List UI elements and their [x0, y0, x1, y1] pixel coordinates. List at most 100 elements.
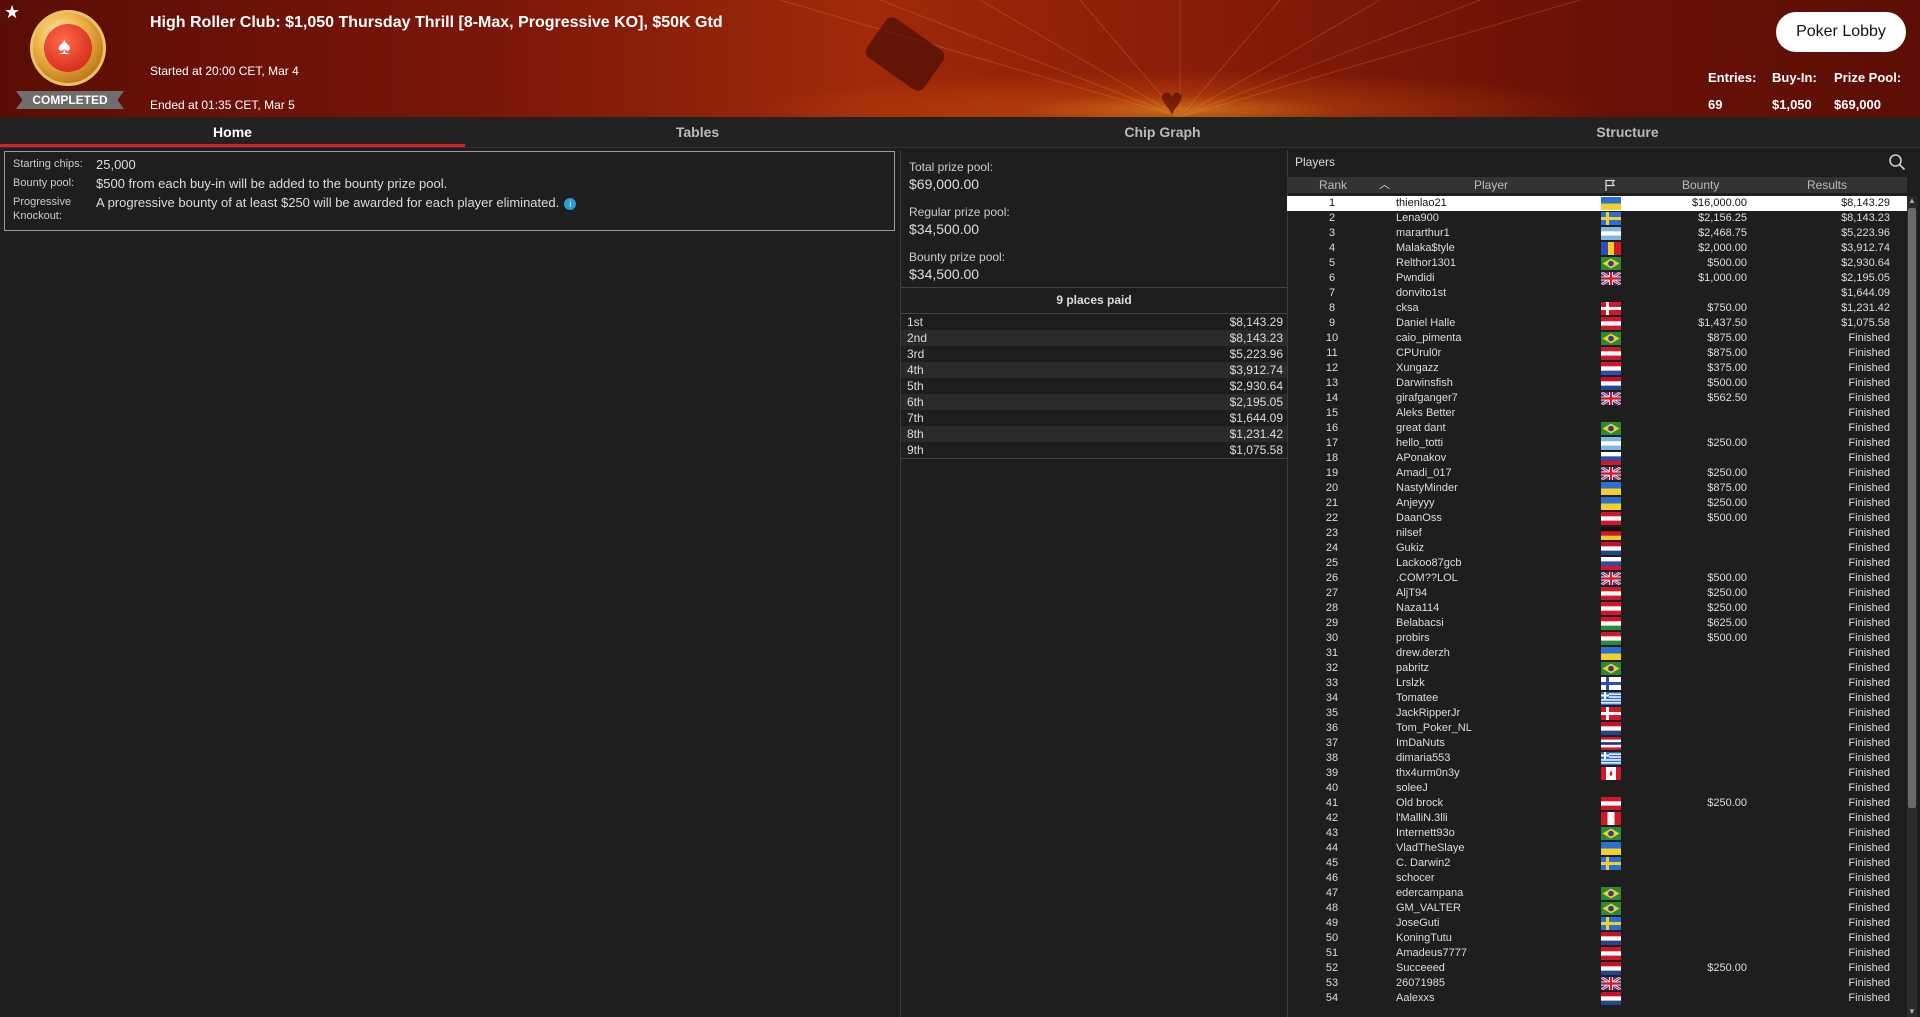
scroll-down-icon[interactable]: ▼ — [1907, 1007, 1917, 1017]
player-row[interactable]: 1 thienlao21 $16,000.00 $8,143.29 — [1287, 196, 1907, 211]
poker-lobby-button[interactable]: Poker Lobby — [1776, 12, 1906, 52]
player-row[interactable]: 46 schocer Finished — [1287, 871, 1907, 886]
sort-ascending-icon[interactable]: ︿ — [1379, 177, 1390, 193]
player-row[interactable]: 37 ImDaNuts Finished — [1287, 736, 1907, 751]
player-rank: 37 — [1325, 737, 1339, 749]
player-row[interactable]: 40 soleeJ Finished — [1287, 781, 1907, 796]
player-row[interactable]: 44 VladTheSlaye Finished — [1287, 841, 1907, 856]
player-row[interactable]: 9 Daniel Halle $1,437.50 $1,075.58 — [1287, 316, 1907, 331]
payout-place: 9th — [907, 443, 924, 457]
country-flag-icon — [1601, 452, 1621, 466]
player-row[interactable]: 4 Malaka$tyle $2,000.00 $3,912.74 — [1287, 241, 1907, 256]
country-flag-icon — [1601, 257, 1621, 270]
player-row[interactable]: 34 Tomatee Finished — [1287, 691, 1907, 706]
player-row[interactable]: 22 DaanOss $500.00 Finished — [1287, 511, 1907, 526]
player-row[interactable]: 16 great dant Finished — [1287, 421, 1907, 436]
payout-amount: $2,195.05 — [1229, 395, 1283, 409]
player-row[interactable]: 17 hello_totti $250.00 Finished — [1287, 436, 1907, 451]
player-row[interactable]: 38 dimaria553 Finished — [1287, 751, 1907, 766]
tab-tables[interactable]: Tables — [465, 117, 930, 147]
player-bounty: $500.00 — [1707, 632, 1747, 644]
player-row[interactable]: 27 AljT94 $250.00 Finished — [1287, 586, 1907, 601]
player-row[interactable]: 8 cksa $750.00 $1,231.42 — [1287, 301, 1907, 316]
col-bounty[interactable]: Bounty — [1682, 177, 1719, 193]
player-row[interactable]: 28 Naza114 $250.00 Finished — [1287, 601, 1907, 616]
player-bounty: $250.00 — [1707, 602, 1747, 614]
player-row[interactable]: 11 CPUrul0r $875.00 Finished — [1287, 346, 1907, 361]
player-row[interactable]: 2 Lena900 $2,156.25 $8,143.23 — [1287, 211, 1907, 226]
player-row[interactable]: 26 .COM??LOL $500.00 Finished — [1287, 570, 1907, 587]
player-rank: 3 — [1328, 227, 1336, 239]
player-row[interactable]: 51 Amadeus7777 Finished — [1287, 946, 1907, 961]
player-row[interactable]: 36 Tom_Poker_NL Finished — [1287, 721, 1907, 736]
tab-chip-graph[interactable]: Chip Graph — [930, 117, 1395, 147]
player-result: Finished — [1848, 332, 1890, 344]
player-row[interactable]: 10 caio_pimenta $875.00 Finished — [1287, 331, 1907, 346]
player-row[interactable]: 52 Succeeed $250.00 Finished — [1287, 961, 1907, 976]
players-scrollbar[interactable]: ▲ ▼ — [1907, 196, 1917, 1017]
favorite-star-icon[interactable]: ★ — [4, 2, 20, 23]
player-row[interactable]: 7 donvito1st $1,644.09 — [1287, 286, 1907, 301]
player-row[interactable]: 18 APonakov Finished — [1287, 451, 1907, 466]
player-row[interactable]: 5 Relthor1301 $500.00 $2,930.64 — [1287, 256, 1907, 271]
player-row[interactable]: 41 Old brock $250.00 Finished — [1287, 796, 1907, 811]
player-result: Finished — [1848, 377, 1890, 389]
player-row[interactable]: 19 Amadi_017 $250.00 Finished — [1287, 465, 1907, 482]
player-row[interactable]: 49 JoseGuti Finished — [1287, 916, 1907, 931]
scroll-up-icon[interactable]: ▲ — [1907, 196, 1917, 206]
player-row[interactable]: 14 girafganger7 $562.50 Finished — [1287, 390, 1907, 407]
player-row[interactable]: 35 JackRipperJr Finished — [1287, 706, 1907, 721]
player-row[interactable]: 12 Xungazz $375.00 Finished — [1287, 361, 1907, 376]
scroll-thumb[interactable] — [1908, 208, 1916, 808]
player-rank: 53 — [1325, 977, 1339, 989]
end-time: Ended at 01:35 CET, Mar 5 — [150, 98, 295, 112]
search-icon[interactable] — [1888, 153, 1906, 171]
country-flag-icon — [1601, 362, 1621, 376]
player-name: Aalexxs — [1396, 992, 1435, 1004]
player-result: $2,930.64 — [1841, 257, 1890, 269]
player-row[interactable]: 25 Lackoo87gcb Finished — [1287, 556, 1907, 571]
tab-home[interactable]: Home — [0, 117, 465, 147]
col-rank[interactable]: Rank — [1319, 177, 1347, 193]
player-row[interactable]: 50 KoningTutu Finished — [1287, 931, 1907, 946]
player-row[interactable]: 3 mararthur1 $2,468.75 $5,223.96 — [1287, 226, 1907, 241]
tab-structure[interactable]: Structure — [1395, 117, 1860, 147]
player-row[interactable]: 6 Pwndidi $1,000.00 $2,195.05 — [1287, 270, 1907, 287]
player-row[interactable]: 24 Gukiz Finished — [1287, 541, 1907, 556]
player-row[interactable]: 20 NastyMinder $875.00 Finished — [1287, 481, 1907, 496]
player-row[interactable]: 33 Lrslzk Finished — [1287, 676, 1907, 691]
player-row[interactable]: 30 probirs $500.00 Finished — [1287, 631, 1907, 646]
player-result: Finished — [1848, 722, 1890, 734]
player-rank: 35 — [1325, 707, 1339, 719]
player-rank: 1 — [1328, 197, 1336, 209]
player-row[interactable]: 48 GM_VALTER Finished — [1287, 901, 1907, 916]
col-player[interactable]: Player — [1474, 177, 1508, 193]
player-rank: 12 — [1325, 362, 1339, 374]
player-bounty: $875.00 — [1707, 347, 1747, 359]
bounty-prize-label: Bounty prize pool: — [909, 250, 1006, 264]
player-row[interactable]: 23 nilsef Finished — [1287, 526, 1907, 541]
player-row[interactable]: 47 edercampana Finished — [1287, 886, 1907, 901]
player-row[interactable]: 54 Aalexxs Finished — [1287, 991, 1907, 1006]
flag-icon[interactable] — [1604, 179, 1616, 191]
info-icon[interactable]: i — [564, 198, 577, 210]
col-results[interactable]: Results — [1807, 177, 1847, 193]
player-row[interactable]: 21 Anjeyyy $250.00 Finished — [1287, 496, 1907, 511]
player-name: drew.derzh — [1396, 647, 1450, 659]
player-row[interactable]: 42 l'MalliN.3lli Finished — [1287, 811, 1907, 826]
player-row[interactable]: 15 Aleks Better Finished — [1287, 406, 1907, 421]
payout-place: 4th — [907, 363, 924, 377]
player-row[interactable]: 29 Belabacsi $625.00 Finished — [1287, 616, 1907, 631]
player-name: KoningTutu — [1396, 932, 1452, 944]
player-row[interactable]: 13 Darwinsfish $500.00 Finished — [1287, 376, 1907, 391]
player-row[interactable]: 39 thx4urm0n3y Finished — [1287, 766, 1907, 781]
player-rank: 32 — [1325, 662, 1339, 674]
player-row[interactable]: 53 26071985 Finished — [1287, 975, 1907, 992]
player-row[interactable]: 32 pabritz Finished — [1287, 661, 1907, 676]
player-row[interactable]: 31 drew.derzh Finished — [1287, 646, 1907, 661]
player-rank: 40 — [1325, 782, 1339, 794]
country-flag-icon — [1601, 542, 1621, 556]
player-row[interactable]: 43 Internett93o Finished — [1287, 826, 1907, 841]
country-flag-icon — [1601, 947, 1621, 961]
player-row[interactable]: 45 C. Darwin2 Finished — [1287, 856, 1907, 871]
